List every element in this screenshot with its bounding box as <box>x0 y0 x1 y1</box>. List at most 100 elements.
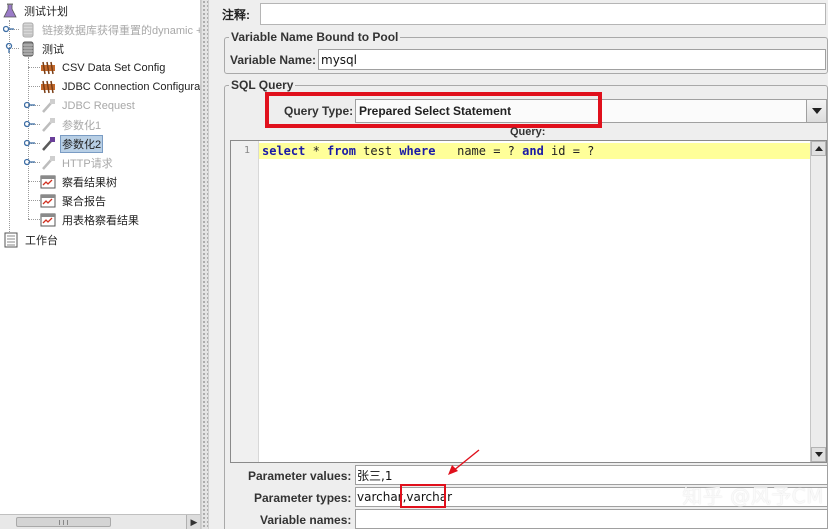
comment-label: 注释: <box>222 7 250 22</box>
sql-keyword: select <box>262 144 306 158</box>
tree-node-label: 参数化1 <box>62 119 102 132</box>
tree-node-label: JDBC Request <box>62 99 135 112</box>
expand-toggle[interactable] <box>24 157 36 167</box>
tree-node-aggregate-report[interactable]: 聚合报告 <box>40 191 108 210</box>
tree-node-label: 测试计划 <box>24 5 68 18</box>
collapse-toggle[interactable] <box>3 43 15 53</box>
tree-node-label: 工作台 <box>25 234 58 247</box>
tree-node-csv-config[interactable]: CSV Data Set Config <box>40 58 167 77</box>
tree-horizontal-scrollbar[interactable]: ▶ <box>0 514 200 529</box>
parameter-types-label: Parameter types: <box>254 491 352 505</box>
tree-guide-line <box>28 67 40 68</box>
variable-names-label: Variable names: <box>260 513 352 527</box>
query-type-dropdown[interactable]: Prepared Select Statement <box>355 99 827 123</box>
arrow-down-icon <box>814 452 823 457</box>
pipette-icon <box>42 136 55 151</box>
expand-toggle[interactable] <box>24 100 36 110</box>
tree-node-label: 用表格察看结果 <box>62 214 139 227</box>
workbench-icon <box>4 232 18 247</box>
chevron-down-icon <box>811 108 822 114</box>
code-text: * <box>305 144 328 158</box>
watermark: 知乎 @风予CM <box>682 484 824 508</box>
query-type-value: Prepared Select Statement <box>359 104 512 118</box>
tree-node-http-request[interactable]: HTTP请求 <box>40 153 115 172</box>
code-line[interactable]: select * from test where name = ? and id… <box>262 144 594 158</box>
tree-node-label: 参数化2 <box>60 134 104 153</box>
pipette-icon <box>42 117 55 132</box>
code-text: id = ? <box>543 144 595 158</box>
comment-field[interactable] <box>260 3 826 25</box>
tree-node-jdbc-connection[interactable]: JDBC Connection Configurat <box>40 77 201 96</box>
tree-node-param2[interactable]: 参数化2 <box>40 134 104 153</box>
arrow-right-icon: ▶ <box>190 516 198 527</box>
config-element-icon <box>41 80 55 93</box>
tree-guide-line <box>28 181 40 182</box>
code-text: name = ? <box>435 144 523 158</box>
tree-node-table-results[interactable]: 用表格察看结果 <box>40 210 141 229</box>
pipette-icon <box>42 98 55 113</box>
annotation-arrow-icon <box>448 449 480 475</box>
key-toggle-icon <box>24 139 35 147</box>
grip-icon <box>59 520 68 525</box>
line-number-gutter: 1 <box>231 141 259 462</box>
scrollbar-thumb[interactable] <box>16 517 111 527</box>
scroll-right-button[interactable]: ▶ <box>186 515 200 529</box>
key-toggle-icon <box>5 43 13 53</box>
scroll-down-button[interactable] <box>811 447 826 462</box>
sql-keyword: where <box>399 144 436 158</box>
tree-node-thread-group[interactable]: 测试 <box>20 39 66 58</box>
jdbc-request-panel: 注释: Variable Name Bound to Pool Variable… <box>210 0 828 529</box>
expand-toggle[interactable] <box>24 138 36 148</box>
tree-node-test-plan[interactable]: 测试计划 <box>2 1 70 20</box>
sql-query-editor[interactable]: 1 select * from test where name = ? and … <box>230 140 827 463</box>
pipette-icon <box>42 155 55 170</box>
variable-name-field[interactable]: mysql <box>318 49 826 70</box>
query-label: Query: <box>510 126 546 138</box>
dropdown-arrow-button[interactable] <box>806 100 826 122</box>
tree-guide-line <box>28 200 40 201</box>
expand-toggle[interactable] <box>24 119 36 129</box>
editor-vertical-scrollbar[interactable] <box>810 141 826 462</box>
tree-node-thread-group[interactable]: 链接数据库获得重置的dynamic + <box>20 20 201 39</box>
key-toggle-icon <box>24 158 35 166</box>
tree-node-label: 测试 <box>42 43 64 56</box>
variable-name-label: Variable Name: <box>230 53 317 67</box>
group-title: Variable Name Bound to Pool <box>231 30 399 44</box>
query-type-label: Query Type: <box>284 104 354 118</box>
tree-node-label: 察看结果树 <box>62 176 117 189</box>
thread-group-icon <box>22 41 34 56</box>
tree-node-results-tree[interactable]: 察看结果树 <box>40 172 119 191</box>
key-toggle-icon <box>3 25 14 33</box>
listener-icon <box>40 213 56 226</box>
line-number: 1 <box>243 145 250 156</box>
scroll-up-button[interactable] <box>811 141 826 156</box>
panel-splitter[interactable] <box>201 0 209 529</box>
tree-guide-line <box>28 219 40 220</box>
sql-keyword: and <box>522 144 544 158</box>
tree-node-label: JDBC Connection Configurat <box>62 80 201 93</box>
sql-keyword: from <box>327 144 356 158</box>
comment-row: 注释: <box>222 5 250 23</box>
test-plan-tree[interactable]: 测试计划 链接数据库获得重置的dynamic + 测试 CSV Data Set… <box>0 0 201 529</box>
tree-node-param1[interactable]: 参数化1 <box>40 115 103 134</box>
listener-icon <box>40 194 56 207</box>
parameter-values-label: Parameter values: <box>248 469 352 483</box>
group-title: SQL Query <box>231 78 294 92</box>
tree-node-label: CSV Data Set Config <box>62 61 166 74</box>
tree-node-label: HTTP请求 <box>62 157 113 170</box>
tree-node-label: 聚合报告 <box>62 195 106 208</box>
key-toggle-icon <box>24 101 35 109</box>
arrow-up-icon <box>814 146 823 151</box>
thread-group-icon <box>22 22 34 37</box>
tree-guide-line <box>9 20 10 242</box>
variable-names-field[interactable] <box>355 509 828 529</box>
expand-toggle[interactable] <box>3 24 15 34</box>
code-text: test <box>355 144 400 158</box>
listener-icon <box>40 175 56 188</box>
key-toggle-icon <box>24 120 35 128</box>
tree-node-label: 链接数据库获得重置的dynamic + <box>42 24 201 37</box>
tree-guide-line <box>28 86 40 87</box>
tree-node-jdbc-request[interactable]: JDBC Request <box>40 96 137 115</box>
flask-icon <box>3 3 17 17</box>
tree-node-workbench[interactable]: 工作台 <box>3 230 60 249</box>
